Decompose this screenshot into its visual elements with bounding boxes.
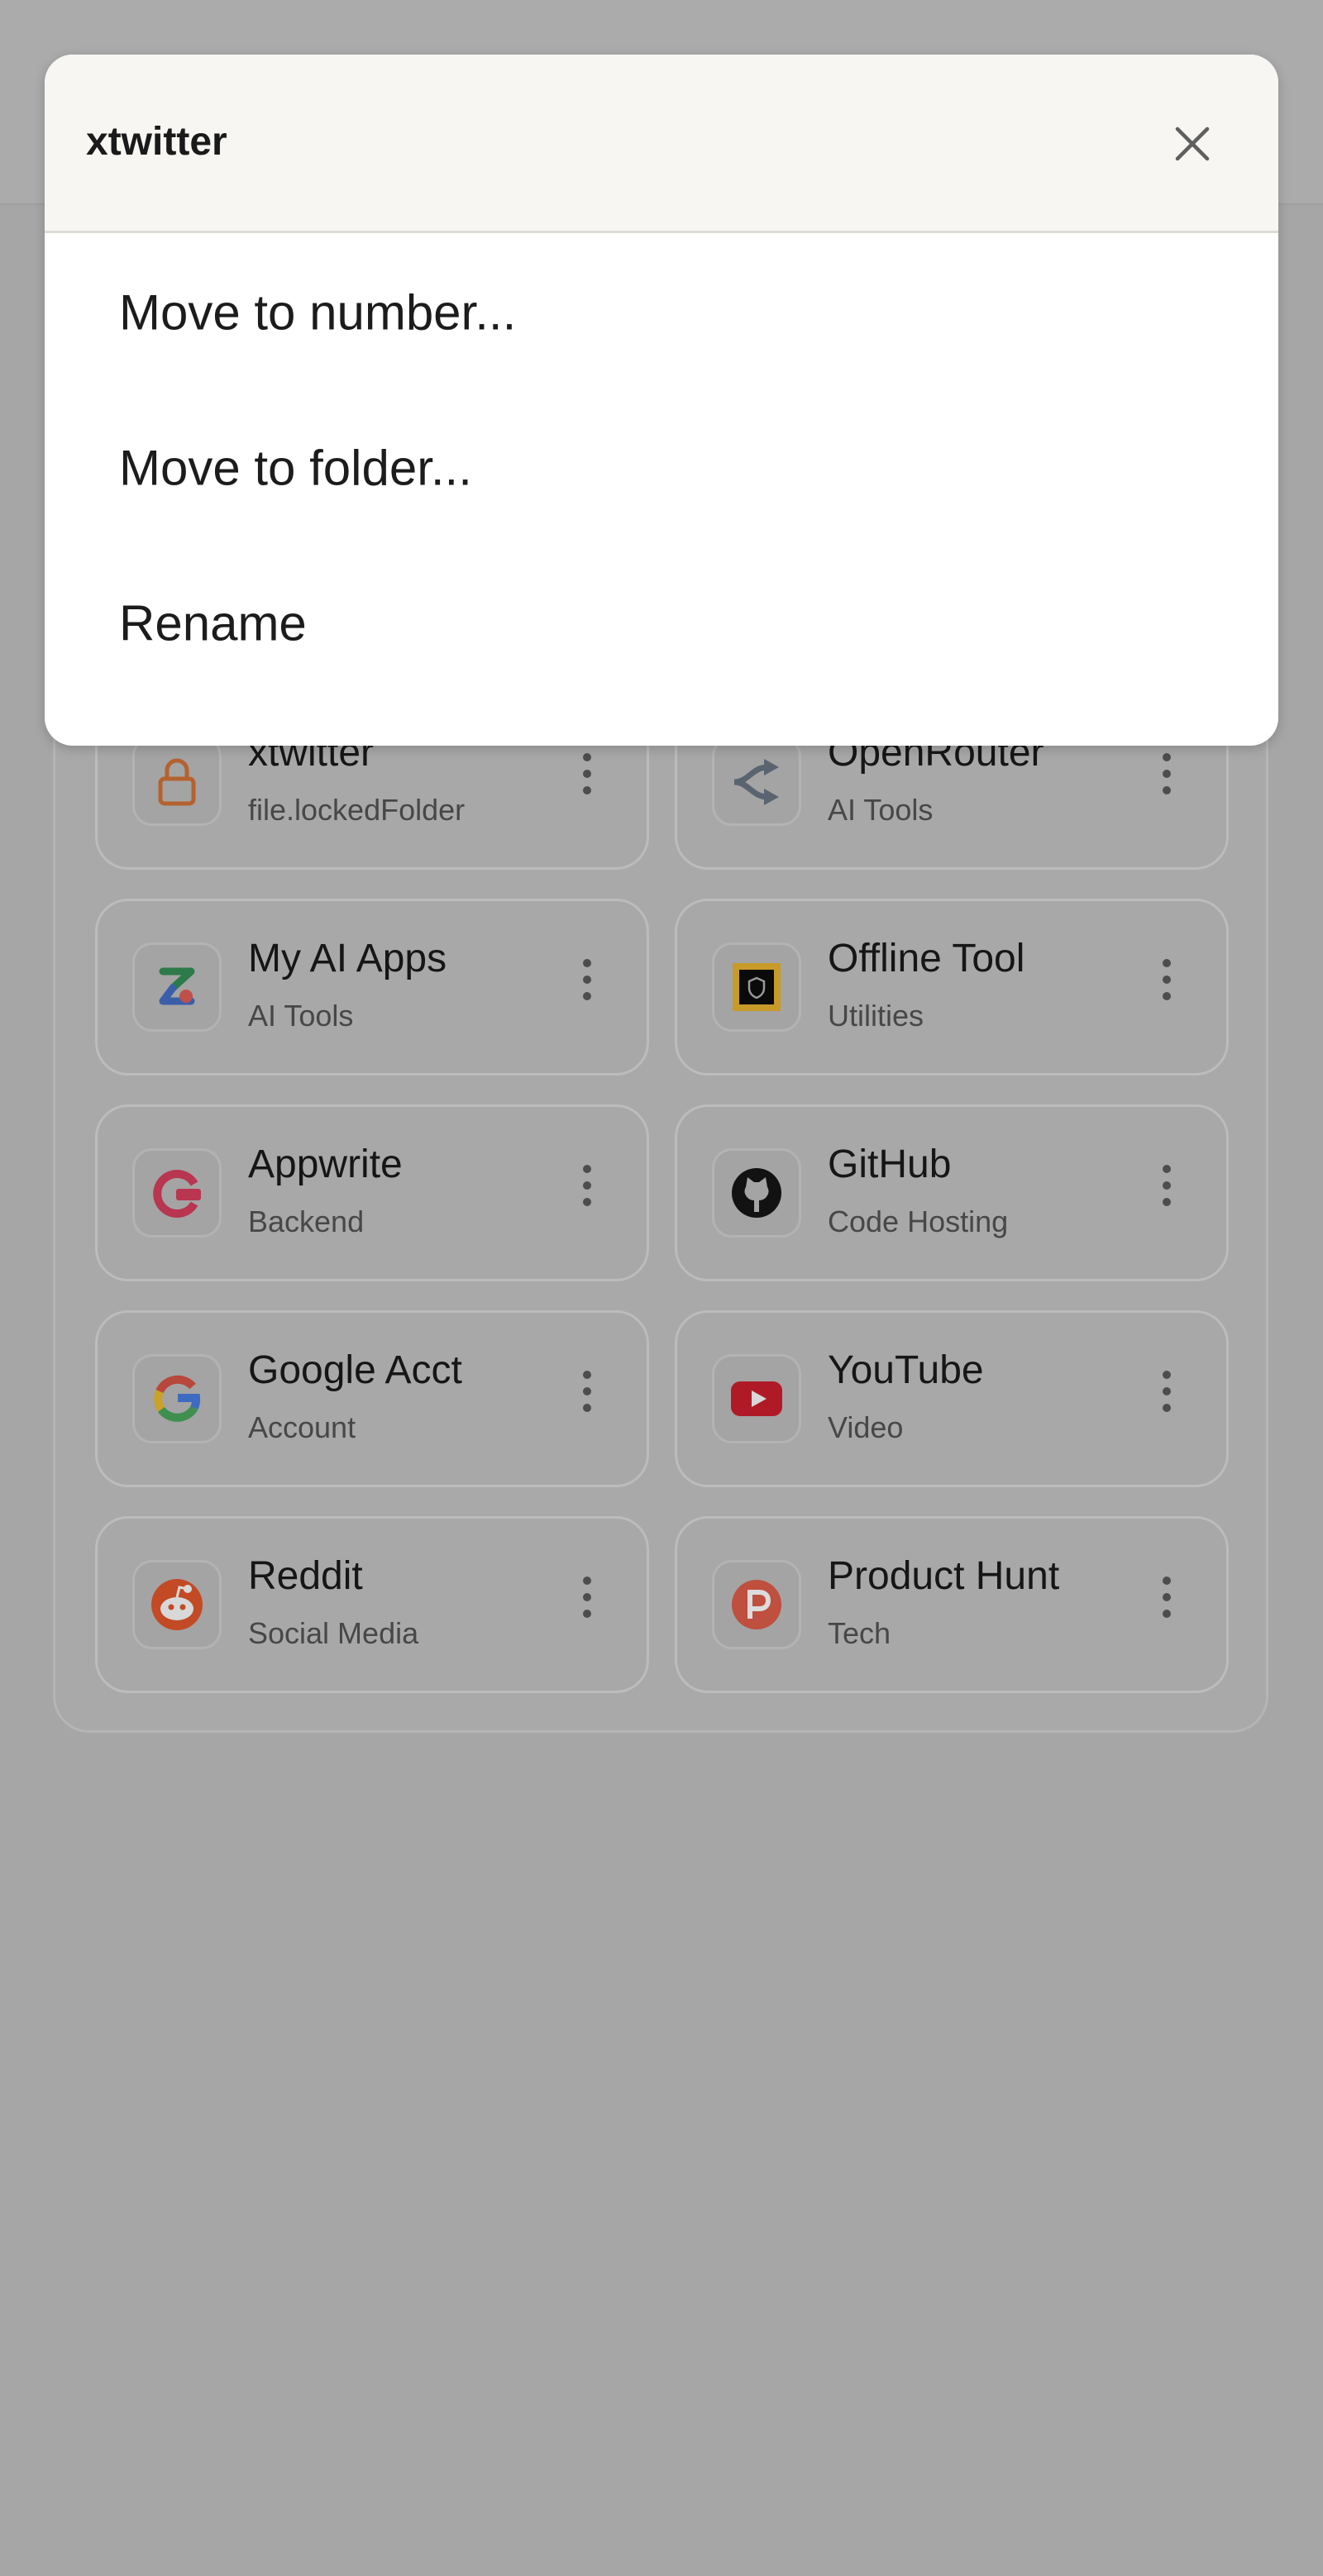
dialog-title: xtwitter (86, 120, 227, 164)
menu-item-label: Rename (119, 595, 307, 651)
card-subtitle: file.lockedFolder (248, 793, 466, 827)
menu-item-move-to-folder[interactable]: Move to folder... (45, 394, 1278, 542)
card-subtitle: AI Tools (828, 793, 934, 827)
card-reddit[interactable]: Reddit Social Media (95, 1516, 649, 1693)
card-subtitle: Account (248, 1410, 356, 1444)
card-subtitle: Social Media (248, 1616, 419, 1650)
more-options-icon[interactable] (1157, 1572, 1177, 1638)
card-appwrite[interactable]: Appwrite Backend (95, 1104, 649, 1281)
card-title: Google Acct (248, 1348, 462, 1392)
card-subtitle: Tech (828, 1616, 891, 1650)
card-subtitle: Backend (248, 1205, 365, 1238)
card-title: YouTube (828, 1348, 984, 1392)
more-options-icon[interactable] (1157, 1160, 1177, 1226)
card-subtitle: Code Hosting (828, 1205, 1009, 1238)
card-google-acct[interactable]: Google Acct Account (95, 1310, 649, 1487)
dialog-header: xtwitter (45, 55, 1278, 233)
github-icon (712, 1148, 801, 1238)
my-ai-apps-icon (132, 942, 222, 1032)
more-options-icon[interactable] (1157, 1366, 1177, 1432)
card-subtitle: AI Tools (248, 999, 354, 1033)
more-options-icon[interactable] (577, 1572, 597, 1638)
google-icon (132, 1354, 222, 1443)
more-options-icon[interactable] (577, 1366, 597, 1432)
card-github[interactable]: GitHub Code Hosting (675, 1104, 1229, 1281)
product-hunt-icon (712, 1560, 801, 1649)
card-title: Reddit (248, 1554, 363, 1598)
more-options-icon[interactable] (577, 954, 597, 1020)
openrouter-icon (712, 737, 801, 826)
card-subtitle: Video (828, 1410, 904, 1444)
close-button[interactable] (1153, 104, 1232, 184)
card-youtube[interactable]: YouTube Video (675, 1310, 1229, 1487)
card-offline-tool[interactable]: Offline Tool Utilities (675, 899, 1229, 1076)
more-options-icon[interactable] (577, 1160, 597, 1226)
card-title: Appwrite (248, 1143, 403, 1186)
reddit-icon (132, 1560, 222, 1649)
menu-item-rename[interactable]: Rename (45, 549, 1278, 698)
menu-item-move-to-number[interactable]: Move to number... (45, 238, 1278, 387)
appwrite-icon (132, 1148, 222, 1238)
more-options-icon[interactable] (1157, 954, 1177, 1020)
options-dialog: xtwitter Move to number... Move to folde… (45, 55, 1278, 746)
more-options-icon[interactable] (1157, 748, 1177, 814)
menu-item-label: Move to number... (119, 284, 517, 341)
card-my-ai-apps[interactable]: My AI Apps AI Tools (95, 899, 649, 1076)
youtube-icon (712, 1354, 801, 1443)
lock-icon (132, 737, 222, 826)
card-title: Product Hunt (828, 1554, 1060, 1598)
menu-item-label: Move to folder... (119, 440, 472, 496)
card-title: My AI Apps (248, 937, 447, 980)
offline-tool-icon (712, 942, 801, 1032)
close-icon (1175, 126, 1210, 161)
card-subtitle: Utilities (828, 999, 924, 1033)
more-options-icon[interactable] (577, 748, 597, 814)
card-title: GitHub (828, 1143, 952, 1186)
card-title: Offline Tool (828, 937, 1025, 980)
card-product-hunt[interactable]: Product Hunt Tech (675, 1516, 1229, 1693)
